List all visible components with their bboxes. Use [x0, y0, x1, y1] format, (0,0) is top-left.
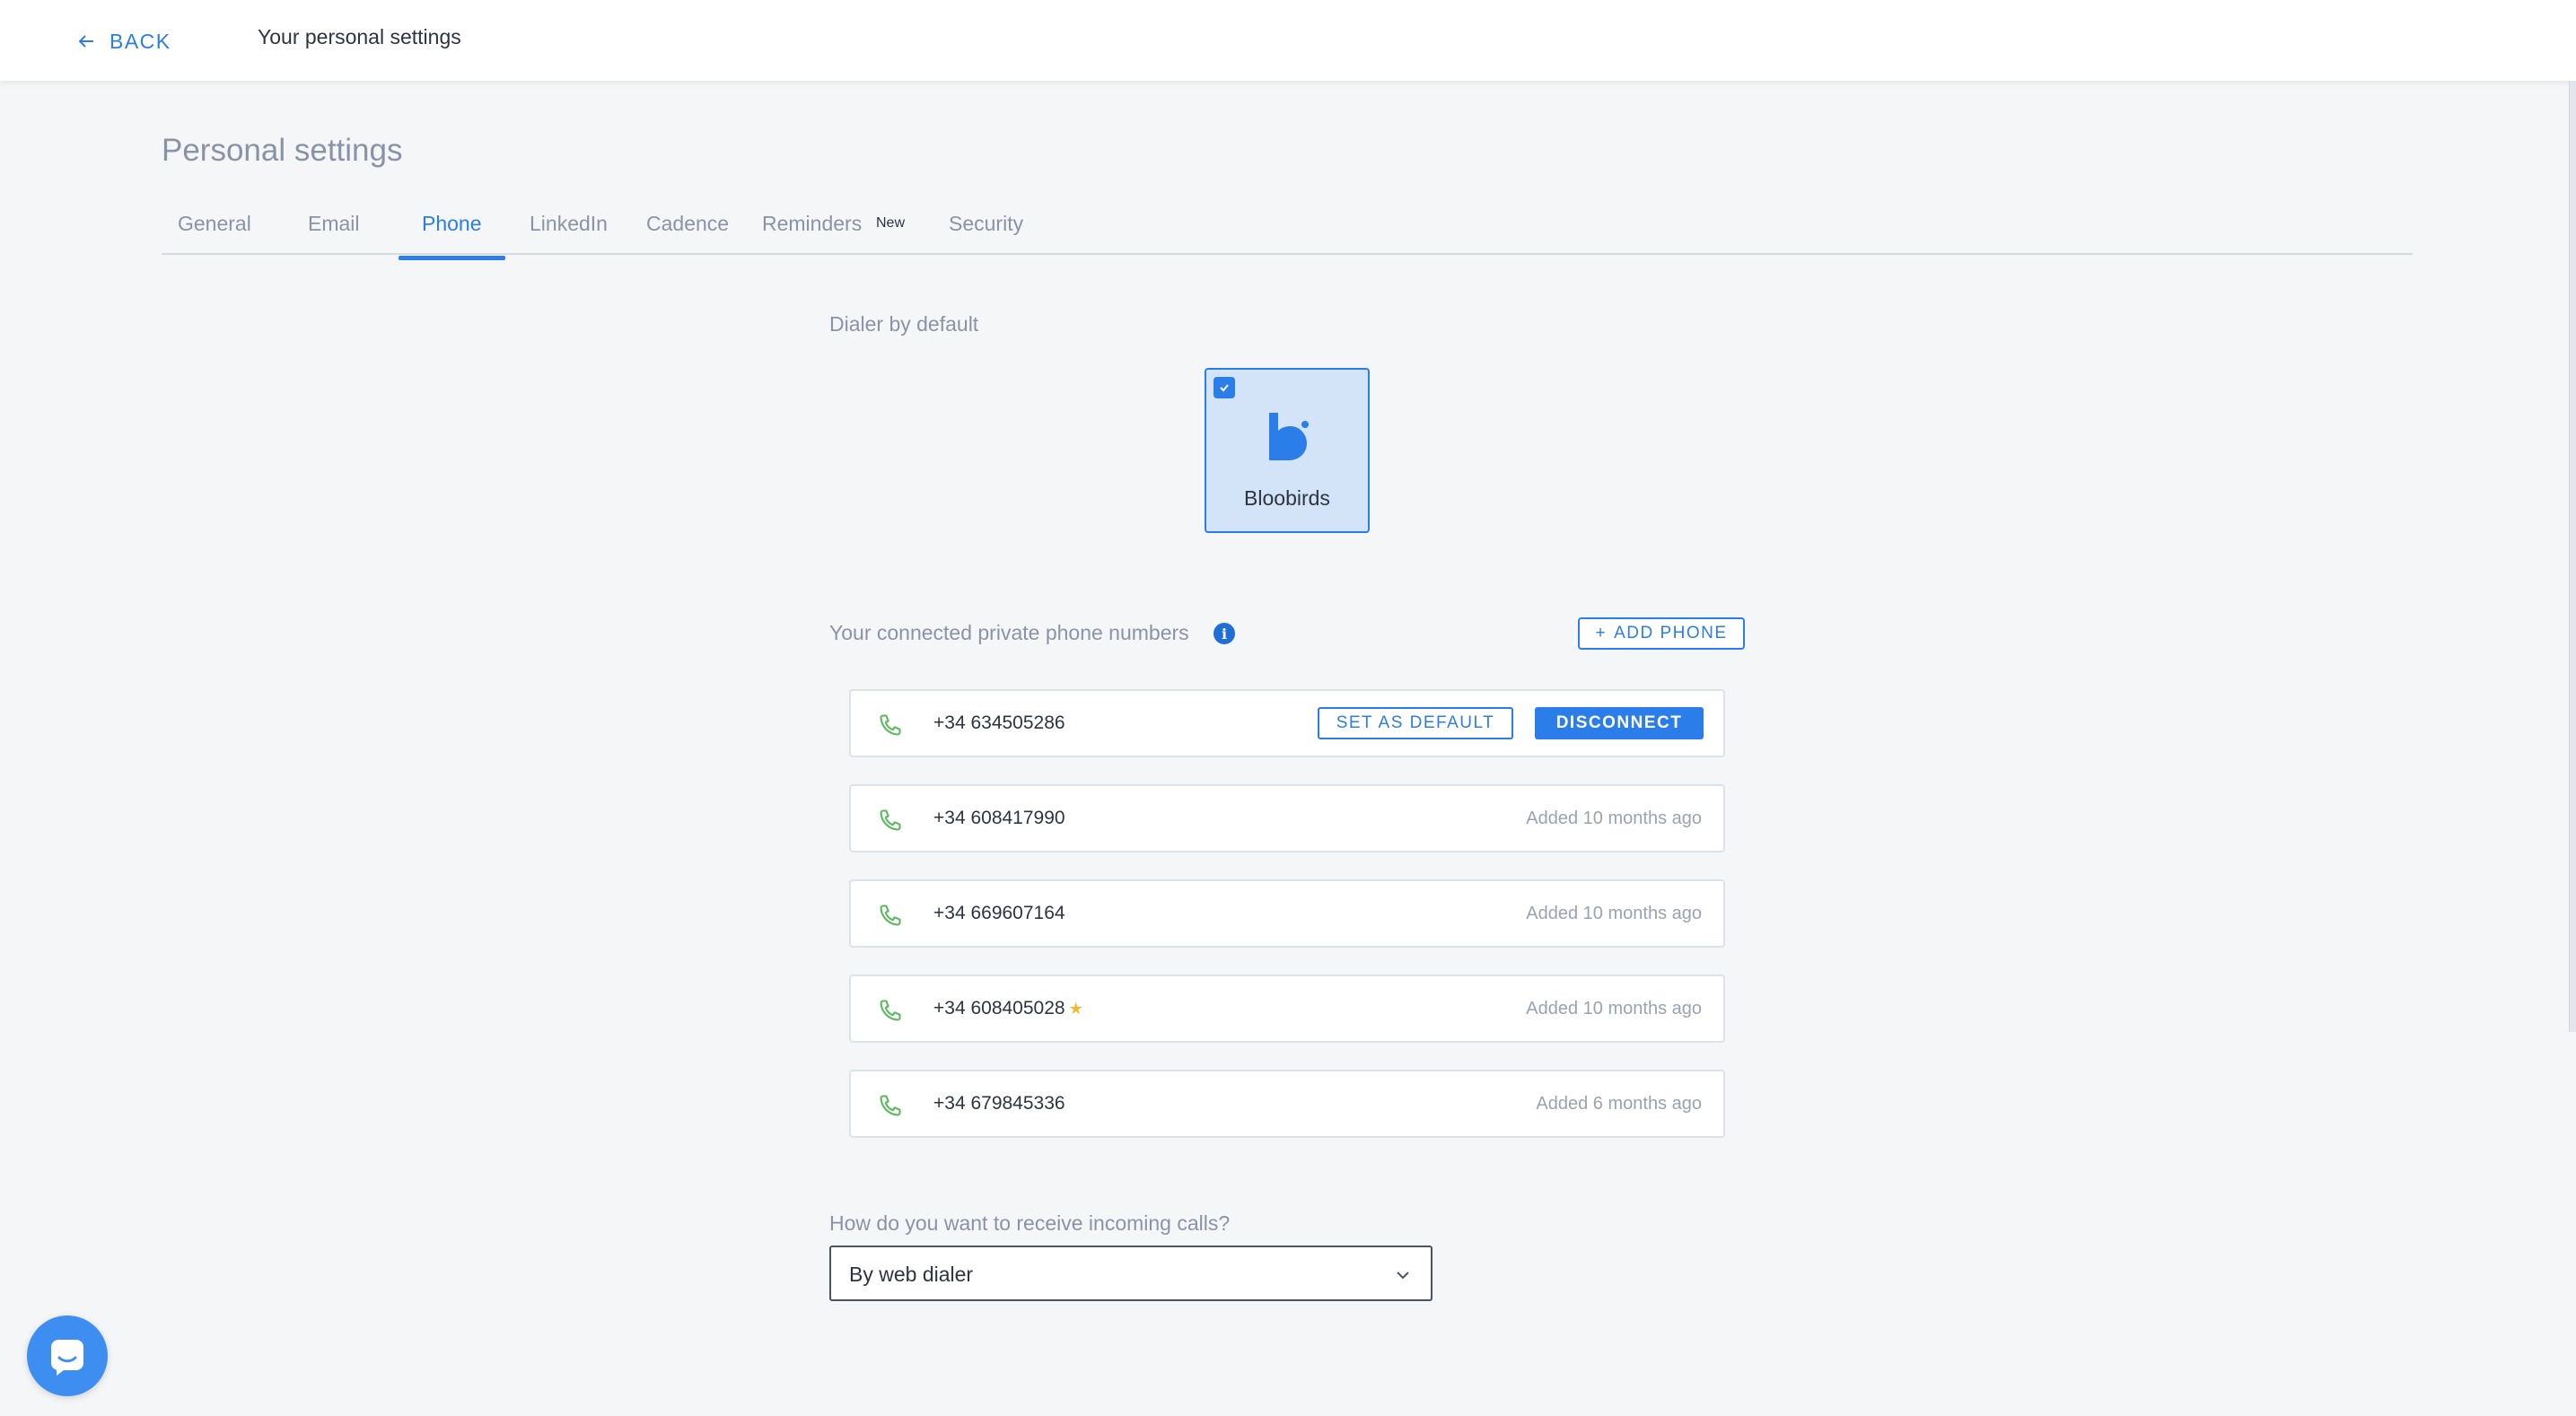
- back-button[interactable]: BACK: [75, 23, 171, 59]
- disconnect-button[interactable]: DISCONNECT: [1535, 707, 1704, 739]
- phone-icon: [880, 1000, 901, 1021]
- tab-linkedin[interactable]: LinkedIn: [530, 212, 608, 255]
- tab-security[interactable]: Security: [949, 212, 1023, 255]
- phone-row[interactable]: +34 679845336 Added 6 months ago: [849, 1070, 1725, 1138]
- back-label: BACK: [110, 29, 171, 53]
- tab-phone[interactable]: Phone: [399, 212, 504, 260]
- chevron-down-icon: [1397, 1272, 1409, 1280]
- plus-icon: +: [1595, 624, 1608, 642]
- tab-email[interactable]: Email: [308, 212, 360, 255]
- phone-icon: [880, 1095, 901, 1116]
- phone-number: +34 634505286: [933, 712, 1065, 733]
- added-date: Added 10 months ago: [1526, 809, 1702, 828]
- dialer-section-label: Dialer by default: [829, 312, 979, 336]
- phone-row[interactable]: +34 669607164 Added 10 months ago: [849, 879, 1725, 948]
- phone-icon: [880, 714, 901, 736]
- select-value: By web dialer: [849, 1263, 974, 1286]
- added-date: Added 10 months ago: [1526, 999, 1702, 1018]
- scrollbar[interactable]: [2569, 81, 2576, 1032]
- phone-row[interactable]: +34 608405028 ★ Added 10 months ago: [849, 975, 1725, 1043]
- phone-number: +34 669607164: [933, 903, 1065, 923]
- dialer-option-bloobirds[interactable]: Bloobirds: [1205, 368, 1370, 533]
- chat-icon: [51, 1340, 83, 1376]
- checkbox-checked-icon: [1214, 377, 1235, 398]
- phone-icon: [880, 905, 901, 926]
- settings-tabs: General Email Phone LinkedIn Cadence Rem…: [162, 205, 2413, 260]
- incoming-calls-select[interactable]: By web dialer: [829, 1246, 1433, 1301]
- phone-number: +34 608405028: [933, 998, 1065, 1018]
- set-as-default-button[interactable]: SET AS DEFAULT: [1318, 707, 1513, 739]
- page-title: Personal settings: [162, 133, 403, 168]
- top-bar: BACK Your personal settings: [0, 0, 2576, 81]
- tab-reminders[interactable]: Reminders: [762, 212, 862, 255]
- phone-row[interactable]: +34 608417990 Added 10 months ago: [849, 784, 1725, 852]
- topbar-title: Your personal settings: [258, 25, 461, 48]
- tab-general[interactable]: General: [178, 212, 251, 255]
- chat-support-button[interactable]: [27, 1315, 108, 1396]
- phone-number-wrapper: +34 608405028 ★: [933, 998, 1083, 1019]
- added-date: Added 6 months ago: [1536, 1094, 1702, 1114]
- phone-number: +34 679845336: [933, 1093, 1065, 1114]
- incoming-calls-label: How do you want to receive incoming call…: [829, 1211, 1231, 1235]
- added-date: Added 10 months ago: [1526, 904, 1702, 923]
- phone-row[interactable]: +34 634505286 SET AS DEFAULT DISCONNECT: [849, 689, 1725, 757]
- add-phone-label: ADD PHONE: [1614, 624, 1728, 642]
- phone-icon: [880, 809, 901, 831]
- phones-section-label: Your connected private phone numbers: [829, 621, 1189, 644]
- info-icon[interactable]: i: [1214, 623, 1235, 644]
- new-badge: New: [876, 215, 906, 231]
- arrow-left-icon: [78, 35, 93, 48]
- star-icon: ★: [1068, 1000, 1083, 1018]
- phone-number: +34 608417990: [933, 808, 1065, 828]
- add-phone-button[interactable]: + ADD PHONE: [1578, 617, 1745, 650]
- bloobirds-logo-icon: [1269, 413, 1309, 460]
- tab-cadence[interactable]: Cadence: [646, 212, 729, 255]
- dialer-name: Bloobirds: [1244, 486, 1330, 510]
